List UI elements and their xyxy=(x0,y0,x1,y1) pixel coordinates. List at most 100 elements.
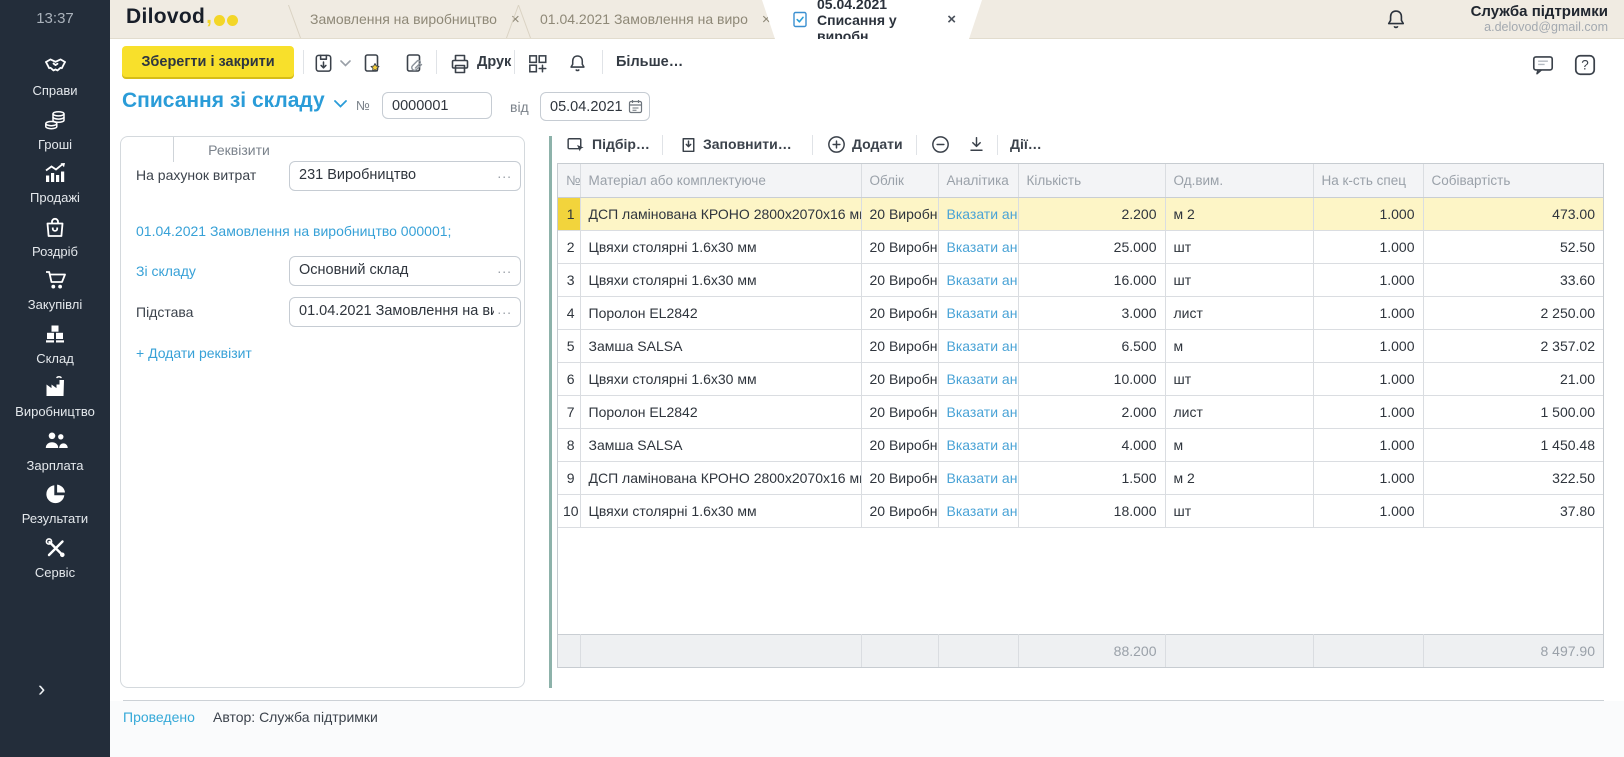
unit-cell[interactable]: шт xyxy=(1165,363,1313,396)
document-attachment-icon[interactable] xyxy=(402,52,426,76)
account-cell[interactable]: 20 Виробн xyxy=(861,462,938,495)
account-cell[interactable]: 20 Виробн xyxy=(861,198,938,231)
quantity-cell[interactable]: 25.000 xyxy=(1018,231,1165,264)
document-number-input[interactable] xyxy=(382,92,492,119)
table-row[interactable]: 3 Цвяхи столярні 1.6х30 мм 20 Виробн Вка… xyxy=(558,264,1603,297)
user-account[interactable]: Служба підтримки a.delovod@gmail.com xyxy=(1471,3,1608,35)
analytics-link[interactable]: Вказати ан xyxy=(947,470,1018,486)
row-number-cell[interactable]: 10 xyxy=(558,495,580,528)
material-cell[interactable]: Поролон EL2842 xyxy=(580,396,861,429)
material-cell[interactable]: Замша SALSA xyxy=(580,429,861,462)
expense-account-field[interactable]: 231 Виробництво ... xyxy=(289,161,521,191)
account-cell[interactable]: 20 Виробн xyxy=(861,330,938,363)
cost-cell[interactable]: 52.50 xyxy=(1423,231,1603,264)
analytics-cell[interactable]: Вказати ан xyxy=(938,198,1018,231)
analytics-link[interactable]: Вказати ан xyxy=(947,437,1018,453)
sidebar-item-zakupivli[interactable]: Закупівлі xyxy=(0,262,110,316)
account-cell[interactable]: 20 Виробн xyxy=(861,363,938,396)
save-and-close-button[interactable]: Зберегти і закрити xyxy=(122,46,294,77)
more-button[interactable]: Більше… xyxy=(616,54,683,70)
unit-cell[interactable]: лист xyxy=(1165,297,1313,330)
add-requisite-link[interactable]: + Додати реквізит xyxy=(136,345,252,361)
document-star-icon[interactable] xyxy=(360,52,384,76)
material-cell[interactable]: Цвяхи столярні 1.6х30 мм xyxy=(580,495,861,528)
quantity-cell[interactable]: 16.000 xyxy=(1018,264,1165,297)
spec-qty-cell[interactable]: 1.000 xyxy=(1313,396,1423,429)
sidebar-expand-chevron[interactable]: › xyxy=(38,678,45,700)
unit-cell[interactable]: м 2 xyxy=(1165,462,1313,495)
row-number-cell[interactable]: 5 xyxy=(558,330,580,363)
lookup-ellipsis-button[interactable]: ... xyxy=(497,301,512,317)
quantity-cell[interactable]: 6.500 xyxy=(1018,330,1165,363)
table-row[interactable]: 10 Цвяхи столярні 1.6х30 мм 20 Виробн Вк… xyxy=(558,495,1603,528)
posted-status-link[interactable]: Проведено xyxy=(123,709,195,725)
material-cell[interactable]: ДСП ламінована КРОНО 2800х2070х16 мм xyxy=(580,462,861,495)
sidebar-item-rezultaty[interactable]: Результати xyxy=(0,476,110,530)
unit-cell[interactable]: шт xyxy=(1165,495,1313,528)
cost-cell[interactable]: 473.00 xyxy=(1423,198,1603,231)
pick-items-button[interactable]: Підбір… xyxy=(592,136,650,152)
row-number-cell[interactable]: 1 xyxy=(558,198,580,231)
sidebar-item-sklad[interactable]: Склад xyxy=(0,316,110,370)
lookup-ellipsis-button[interactable]: ... xyxy=(497,165,512,181)
tab-writeoff-document[interactable]: 05.04.2021 Списання у виробн × xyxy=(762,0,982,39)
quantity-cell[interactable]: 18.000 xyxy=(1018,495,1165,528)
spec-qty-cell[interactable]: 1.000 xyxy=(1313,363,1423,396)
quantity-cell[interactable]: 1.500 xyxy=(1018,462,1165,495)
table-row[interactable]: 8 Замша SALSA 20 Виробн Вказати ан 4.000… xyxy=(558,429,1603,462)
account-cell[interactable]: 20 Виробн xyxy=(861,429,938,462)
unit-cell[interactable]: м 2 xyxy=(1165,198,1313,231)
document-title[interactable]: Списання зі складу xyxy=(122,89,347,113)
sidebar-item-zarplata[interactable]: Зарплата xyxy=(0,423,110,477)
quantity-cell[interactable]: 2.200 xyxy=(1018,198,1165,231)
unit-cell[interactable]: лист xyxy=(1165,396,1313,429)
analytics-link[interactable]: Вказати ан xyxy=(947,206,1018,222)
spec-qty-cell[interactable]: 1.000 xyxy=(1313,462,1423,495)
quantity-cell[interactable]: 4.000 xyxy=(1018,429,1165,462)
cost-cell[interactable]: 21.00 xyxy=(1423,363,1603,396)
spec-qty-cell[interactable]: 1.000 xyxy=(1313,231,1423,264)
analytics-cell[interactable]: Вказати ан xyxy=(938,396,1018,429)
actions-button[interactable]: Дії… xyxy=(1010,136,1042,152)
sidebar-item-prodazhi[interactable]: Продажі xyxy=(0,155,110,209)
bell-icon[interactable] xyxy=(1383,6,1409,33)
row-number-cell[interactable]: 2 xyxy=(558,231,580,264)
sidebar-item-vyrobnytstvo[interactable]: Виробництво xyxy=(0,369,110,423)
analytics-link[interactable]: Вказати ан xyxy=(947,239,1018,255)
add-row-icon[interactable] xyxy=(826,134,847,155)
lookup-ellipsis-button[interactable]: ... xyxy=(497,260,512,276)
table-row[interactable]: 6 Цвяхи столярні 1.6х30 мм 20 Виробн Вка… xyxy=(558,363,1603,396)
spec-qty-cell[interactable]: 1.000 xyxy=(1313,198,1423,231)
material-cell[interactable]: Цвяхи столярні 1.6х30 мм xyxy=(580,363,861,396)
analytics-link[interactable]: Вказати ан xyxy=(947,404,1018,420)
cost-cell[interactable]: 2 357.02 xyxy=(1423,330,1603,363)
analytics-cell[interactable]: Вказати ан xyxy=(938,462,1018,495)
unit-cell[interactable]: м xyxy=(1165,330,1313,363)
notifications-bell-icon[interactable] xyxy=(566,52,589,75)
tab-orders-list[interactable]: Замовлення на виробництво × xyxy=(310,0,520,38)
save-icon[interactable] xyxy=(312,52,335,75)
close-icon[interactable]: × xyxy=(947,11,956,28)
analytics-link[interactable]: Вказати ан xyxy=(947,272,1018,288)
material-cell[interactable]: ДСП ламінована КРОНО 2800х2070х16 мм xyxy=(580,198,861,231)
table-row[interactable]: 9 ДСП ламінована КРОНО 2800х2070х16 мм 2… xyxy=(558,462,1603,495)
basis-field[interactable]: 01.04.2021 Замовлення на виро ... xyxy=(289,297,521,327)
sidebar-item-sprav[interactable]: Справи xyxy=(0,48,110,102)
row-number-cell[interactable]: 4 xyxy=(558,297,580,330)
analytics-cell[interactable]: Вказати ан xyxy=(938,495,1018,528)
table-row[interactable]: 4 Поролон EL2842 20 Виробн Вказати ан 3.… xyxy=(558,297,1603,330)
sidebar-item-servis[interactable]: Сервіс xyxy=(0,530,110,584)
sidebar-item-rozdrib[interactable]: Роздріб xyxy=(0,209,110,263)
download-icon[interactable] xyxy=(966,134,987,155)
spec-qty-cell[interactable]: 1.000 xyxy=(1313,297,1423,330)
help-icon[interactable]: ? xyxy=(1572,52,1598,78)
spec-qty-cell[interactable]: 1.000 xyxy=(1313,495,1423,528)
account-cell[interactable]: 20 Виробн xyxy=(861,297,938,330)
row-number-cell[interactable]: 8 xyxy=(558,429,580,462)
tab-order-document[interactable]: 01.04.2021 Замовлення на виро × xyxy=(540,0,771,38)
analytics-link[interactable]: Вказати ан xyxy=(947,338,1018,354)
tab-requisites[interactable]: Реквізити xyxy=(173,137,304,162)
sidebar-item-groshi[interactable]: Гроші xyxy=(0,102,110,156)
table-row[interactable]: 1 ДСП ламінована КРОНО 2800х2070х16 мм 2… xyxy=(558,198,1603,231)
account-cell[interactable]: 20 Виробн xyxy=(861,396,938,429)
